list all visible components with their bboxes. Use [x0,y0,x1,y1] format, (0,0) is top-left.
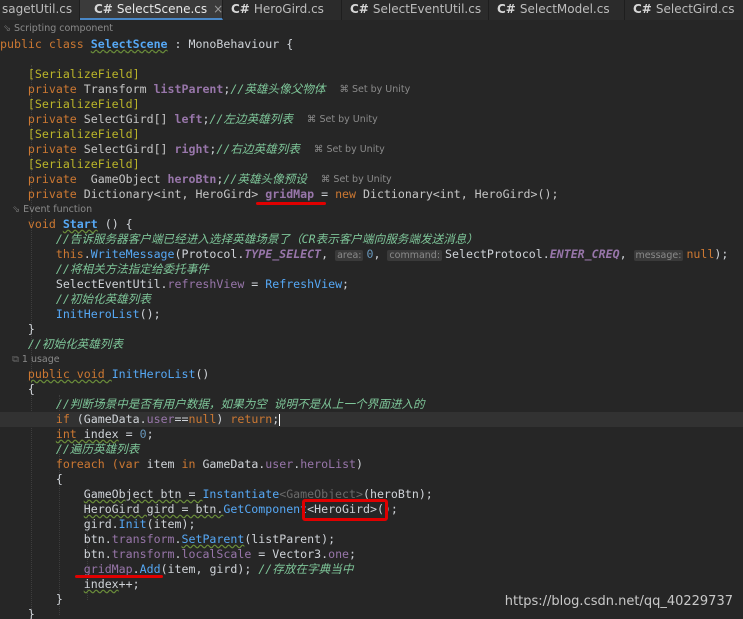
csharp-file-icon: C# [497,2,516,16]
code-line: btn.transform.localScale = Vector3.one; [83,547,357,561]
csharp-file-icon: C# [350,2,369,16]
red-underline-annotation [75,575,163,578]
code-line: SelectEventUtil.refreshView = RefreshVie… [55,277,350,291]
event-function-hint: ⇘ Event function [0,204,93,215]
unity-icon: ⌘ [306,114,320,125]
unity-icon: ⌘ [339,84,352,95]
code-line: [SerializeField] [27,97,140,111]
code-line: { [27,382,35,396]
code-line: private GameObject heroBtn;//英雄头像预设 ⌘ Se… [27,172,392,186]
set-by-unity-hint: ⌘ Set by Unity [306,114,378,125]
code-line: [SerializeField] [27,127,140,141]
tab-selectscene[interactable]: C# SelectScene.cs × [80,0,223,20]
code-line: [SerializeField] [27,157,140,171]
tab-selectgird[interactable]: C# SelectGird.cs [625,0,743,20]
tab-selectmodel[interactable]: C# SelectModel.cs [489,0,625,20]
unity-icon: ⌘ [320,174,334,185]
csharp-file-icon: C# [231,2,250,16]
tab-herogird[interactable]: C# HeroGird.cs [223,0,342,20]
tab-label: SelectModel.cs [519,2,610,16]
tab-label: sagetUtil.cs [2,2,73,16]
scripting-component-hint[interactable]: ⇘ Scripting component [0,22,743,36]
code-line: private SelectGird[] right;//右边英雄列表 ⌘ Se… [27,142,385,156]
code-line: private SelectGird[] left;//左边英雄列表 ⌘ Set… [27,112,378,126]
code-line: //判断场景中是否有用户数据，如果为空 说明不是从上一个界面进入的 [55,397,425,411]
code-line: [SerializeField] [27,67,140,81]
usage-icon: ⧉ [0,354,22,365]
code-line: //遍历英雄列表 [55,442,140,456]
text-caret [279,413,281,426]
tab-label: SelectGird.cs [655,2,735,16]
usages-hint[interactable]: ⧉ 1 usage [0,353,743,367]
code-line: //告诉服务器客户端已经进入选择英雄场景了（CR表示客户端向服务端发送消息） [55,232,478,246]
code-line: int index = 0; [55,427,154,441]
code-line: public class SelectScene : MonoBehaviour… [0,37,294,51]
close-icon[interactable]: × [213,2,223,16]
code-editor[interactable]: ⇘ Scripting component public class Selec… [0,20,743,619]
csharp-file-icon: C# [94,2,113,16]
parameter-hint: message: [633,250,684,261]
set-by-unity-hint: ⌘ Set by Unity [313,144,385,155]
tab-selecteventutil[interactable]: C# SelectEventUtil.cs [342,0,489,20]
unity-link-icon: ⇘ [0,204,24,215]
csharp-file-icon: C# [633,2,652,16]
code-line: //初始化英雄列表 [55,292,151,306]
code-line: private Dictionary<int, HeroGird> gridMa… [27,187,559,201]
tab-messageutil[interactable]: sagetUtil.cs [0,0,80,20]
code-line: index++; [83,577,140,591]
editor-tab-bar: sagetUtil.cs C# SelectScene.cs × C# HeroGir… [0,0,743,20]
tab-label: SelectEventUtil.cs [372,2,482,16]
code-line: private Transform listParent;//英雄头像父物体 ⌘… [27,82,411,96]
parameter-hint: area: [335,250,364,261]
code-line: btn.transform.SetParent(listParent); [83,532,336,546]
code-line-current: if (GameData.user==null) return; [0,412,743,427]
unity-icon: ⌘ [313,144,327,155]
code-line: } [27,322,35,336]
watermark: https://blog.csdn.net/qq_40229737 [504,594,733,609]
red-box-annotation [302,499,388,521]
parameter-hint: command: [387,250,443,261]
code-line: //将相关方法指定给委托事件 [55,262,209,276]
unity-link-icon: ⇘ [0,23,14,34]
code-line: //初始化英雄列表 [27,337,124,351]
code-line: void Start () { [27,217,133,231]
red-underline-annotation [256,202,326,205]
set-by-unity-hint: ⌘ Set by Unity [320,174,392,185]
set-by-unity-hint: ⌘ Set by Unity [339,84,411,95]
tab-label: SelectScene.cs [116,2,208,16]
code-line: foreach (var item in GameData.user.heroL… [55,457,364,471]
code-line: { [55,472,63,486]
code-line: this.WriteMessage(Protocol.TYPE_SELECT, … [55,247,729,261]
code-line: InitHeroList(); [55,307,161,321]
tab-label: HeroGird.cs [253,2,324,16]
code-line: public void InitHeroList() [27,367,210,381]
